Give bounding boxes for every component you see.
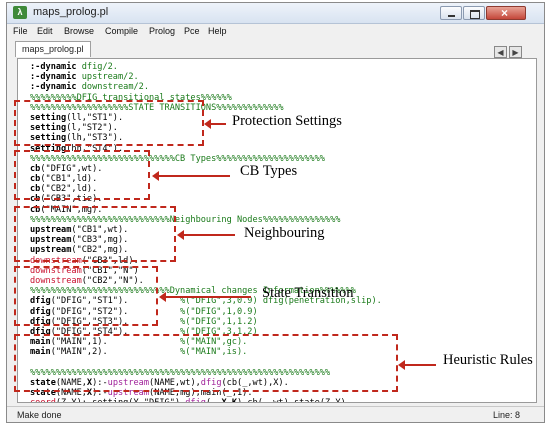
cb-types-label: CB Types (240, 163, 298, 179)
close-button[interactable]: × (486, 6, 526, 20)
cb-types-box (14, 150, 150, 200)
back-arrow-icon[interactable]: ◀ (494, 46, 507, 58)
code-line: :-dynamic upstream/2. (30, 72, 382, 82)
status-bar: Make done Line: 8 (7, 406, 544, 423)
code-token: :-dynamic (30, 82, 82, 93)
code-line: :-dynamic dfig/2. (30, 62, 382, 72)
transition-arrow-icon (159, 292, 251, 302)
minimize-icon (448, 15, 455, 17)
code-token: :-dynamic (30, 62, 82, 72)
code-line: :-dynamic downstream/2. (30, 82, 382, 92)
protection-settings-box (14, 100, 204, 146)
menu-file[interactable]: File (13, 26, 28, 36)
menu-bar: File Edit Browse Compile Prolog Pce Help… (7, 24, 544, 58)
status-message: Make done (17, 410, 62, 420)
code-token: downstream/2. (81, 82, 150, 93)
window-title: maps_prolog.pl (33, 6, 109, 18)
forward-arrow-icon[interactable]: ▶ (509, 46, 522, 58)
code-token: (Z,Y):-setting(Y,"DFIG"), (56, 398, 185, 402)
protection-settings-label: Protection Settings (232, 113, 342, 129)
maximize-icon (470, 10, 480, 19)
code-line: coord(Z,Y):-setting(Y,"DFIG"),dfig(_,X,K… (30, 398, 382, 402)
menu-browse[interactable]: Browse (64, 26, 94, 36)
menu-edit[interactable]: Edit (37, 26, 53, 36)
protection-arrow-icon (204, 119, 226, 129)
menu-compile[interactable]: Compile (105, 26, 138, 36)
maximize-button[interactable] (463, 6, 485, 20)
menu-pce[interactable]: Pce (184, 26, 200, 36)
code-token: ),cb(_,wt),state(Z,Y) (237, 398, 346, 402)
code-token: (_, (206, 398, 222, 402)
close-icon: × (501, 6, 509, 20)
neighbouring-box (14, 206, 176, 262)
swi-prolog-icon: λ (13, 6, 27, 19)
menu-prolog[interactable]: Prolog (149, 26, 175, 36)
state-transition-label: State Transition (262, 285, 354, 301)
code-token: upstream/2. (81, 72, 139, 83)
heuristic-arrow-icon (398, 360, 436, 370)
state-transition-box (14, 266, 158, 326)
code-token: dfig/2. (81, 62, 118, 72)
minimize-button[interactable] (440, 6, 462, 20)
heuristic-rules-box (14, 334, 398, 392)
line-indicator: Line: 8 (493, 410, 521, 420)
code-token: coord (30, 398, 56, 402)
code-token: :-dynamic (30, 72, 82, 83)
heuristic-rules-label: Heuristic Rules (443, 352, 533, 368)
cbtypes-arrow-icon (152, 171, 230, 181)
code-token: dfig (185, 398, 206, 402)
title-bar: λ maps_prolog.pl × (7, 3, 544, 24)
neighbouring-label: Neighbouring (244, 225, 325, 241)
neighbouring-arrow-icon (177, 230, 235, 240)
file-tab[interactable]: maps_prolog.pl (15, 41, 91, 57)
menu-help[interactable]: Help (208, 26, 227, 36)
